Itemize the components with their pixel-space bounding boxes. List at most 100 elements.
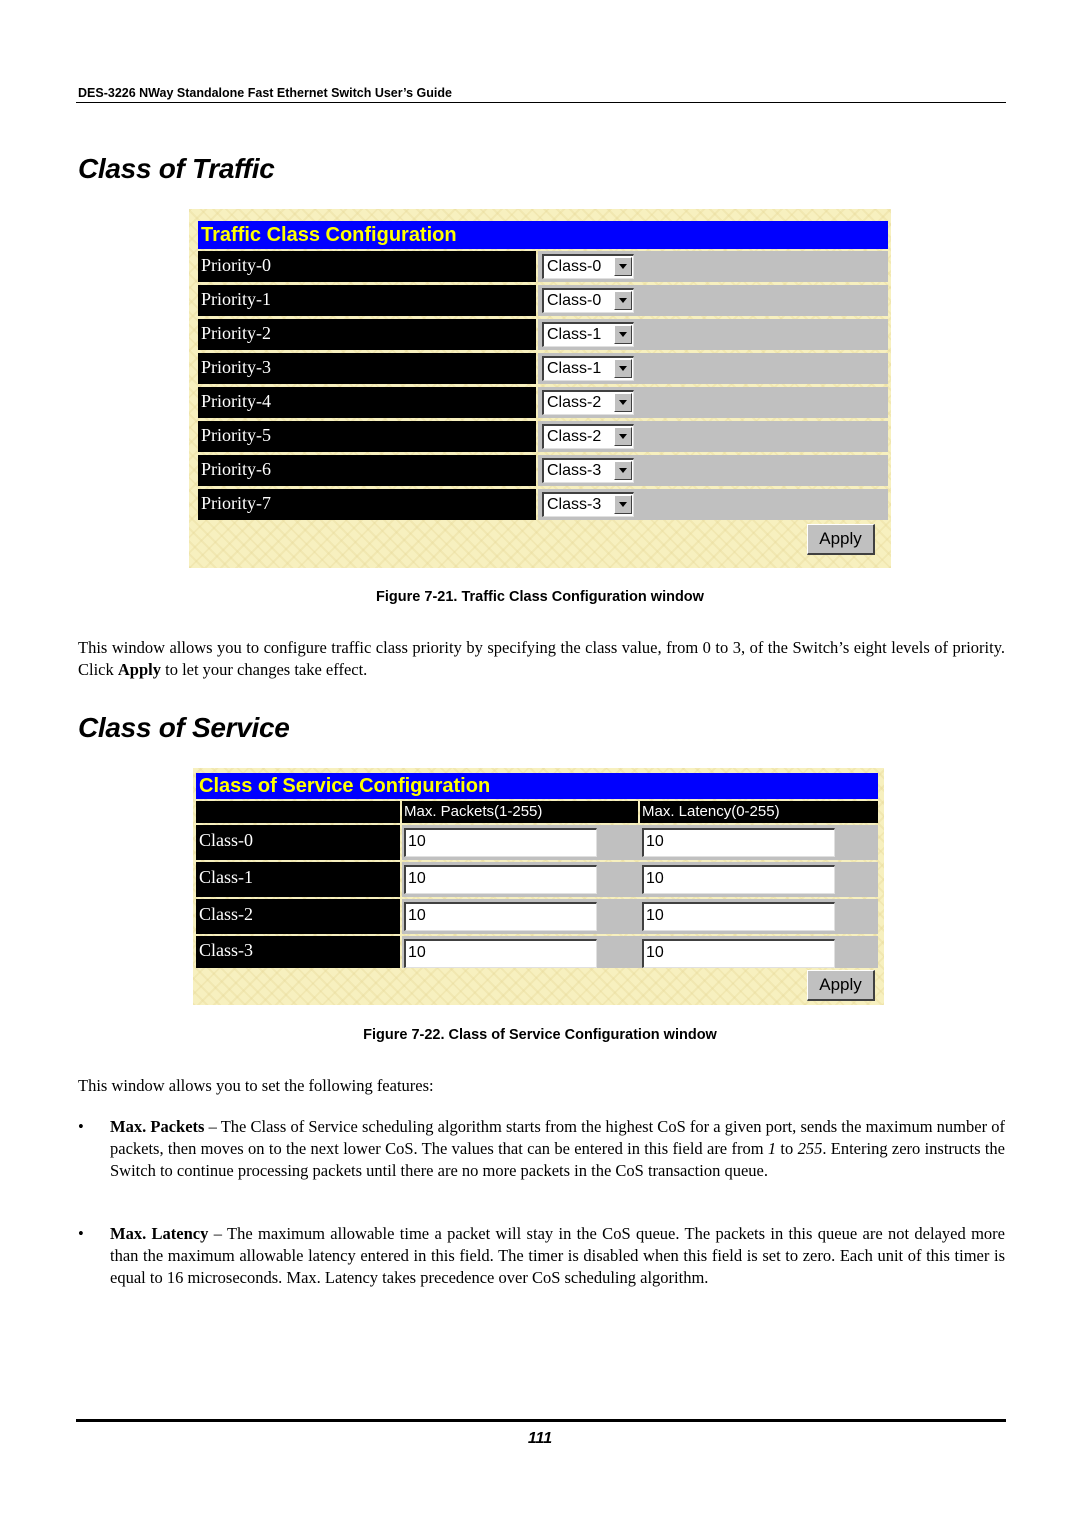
column-header-max-latency: Max. Latency(0-255) bbox=[640, 801, 878, 823]
bullet-icon: • bbox=[78, 1224, 84, 1243]
chevron-down-icon[interactable] bbox=[614, 427, 632, 446]
cos-row: Class-2 10 10 bbox=[196, 899, 878, 934]
max-latency-input[interactable]: 10 bbox=[642, 939, 835, 968]
class-of-service-config-window: Class of Service Configuration Max. Pack… bbox=[193, 768, 884, 1005]
chevron-down-icon[interactable] bbox=[614, 495, 632, 514]
class-select[interactable]: Class-1 bbox=[542, 322, 634, 347]
priority-row: Priority-0 Class-0 bbox=[198, 251, 888, 282]
priority-label: Priority-3 bbox=[198, 353, 536, 384]
max-packets-input[interactable]: 10 bbox=[404, 828, 597, 857]
class-select-value: Class-1 bbox=[547, 326, 602, 343]
class-label: Class-2 bbox=[196, 899, 400, 934]
text-bold: Apply bbox=[117, 660, 161, 679]
class-select-cell: Class-0 bbox=[538, 251, 888, 282]
term: Max. Latency bbox=[110, 1224, 209, 1243]
priority-label: Priority-4 bbox=[198, 387, 536, 418]
class-select[interactable]: Class-2 bbox=[542, 424, 634, 449]
chevron-down-icon[interactable] bbox=[614, 325, 632, 344]
max-latency-input[interactable]: 10 bbox=[642, 902, 835, 931]
chevron-down-icon[interactable] bbox=[614, 257, 632, 276]
priority-row: Priority-5 Class-2 bbox=[198, 421, 888, 452]
service-intro: This window allows you to set the follow… bbox=[78, 1076, 434, 1095]
max-latency-input[interactable]: 10 bbox=[642, 828, 835, 857]
class-select-value: Class-2 bbox=[547, 428, 602, 445]
column-header-max-packets: Max. Packets(1-255) bbox=[402, 801, 638, 823]
max-packets-input[interactable]: 10 bbox=[404, 865, 597, 894]
chevron-down-icon[interactable] bbox=[614, 393, 632, 412]
class-select[interactable]: Class-0 bbox=[542, 254, 634, 279]
section-heading-service: Class of Service bbox=[78, 712, 290, 743]
priority-label: Priority-7 bbox=[198, 489, 536, 520]
class-select-cell: Class-1 bbox=[538, 319, 888, 350]
max-latency-input[interactable]: 10 bbox=[642, 865, 835, 894]
cos-values-cell: 10 10 bbox=[402, 825, 878, 860]
priority-label: Priority-2 bbox=[198, 319, 536, 350]
class-label: Class-3 bbox=[196, 936, 400, 968]
bullet-text: Max. Packets – The Class of Service sche… bbox=[110, 1116, 1005, 1182]
class-select-value: Class-0 bbox=[547, 258, 602, 275]
term: Max. Packets bbox=[110, 1117, 205, 1136]
cos-row: Class-0 10 10 bbox=[196, 825, 878, 860]
text: to let your changes take effect. bbox=[160, 660, 368, 679]
cos-row: Class-3 10 10 bbox=[196, 936, 878, 968]
max-packets-input[interactable]: 10 bbox=[404, 939, 597, 968]
cos-values-cell: 10 10 bbox=[402, 862, 878, 897]
class-label: Class-1 bbox=[196, 862, 400, 897]
chevron-down-icon[interactable] bbox=[614, 291, 632, 310]
class-select-value: Class-2 bbox=[547, 394, 602, 411]
traffic-description: This window allows you to configure traf… bbox=[78, 637, 1005, 681]
priority-label: Priority-5 bbox=[198, 421, 536, 452]
priority-label: Priority-6 bbox=[198, 455, 536, 486]
apply-button[interactable]: Apply bbox=[807, 524, 875, 555]
priority-row: Priority-4 Class-2 bbox=[198, 387, 888, 418]
cos-values-cell: 10 10 bbox=[402, 899, 878, 934]
class-select-cell: Class-0 bbox=[538, 285, 888, 316]
chevron-down-icon[interactable] bbox=[614, 359, 632, 378]
class-select-value: Class-1 bbox=[547, 360, 602, 377]
text-italic: 1 bbox=[767, 1139, 777, 1158]
window-title: Traffic Class Configuration bbox=[198, 221, 888, 249]
class-select-cell: Class-1 bbox=[538, 353, 888, 384]
class-select-cell: Class-2 bbox=[538, 421, 888, 452]
class-select[interactable]: Class-1 bbox=[542, 356, 634, 381]
class-select[interactable]: Class-3 bbox=[542, 458, 634, 483]
header-rule bbox=[76, 102, 1006, 103]
class-select-cell: Class-3 bbox=[538, 455, 888, 486]
running-header: DES-3226 NWay Standalone Fast Ethernet S… bbox=[78, 86, 452, 100]
class-select[interactable]: Class-3 bbox=[542, 492, 634, 517]
priority-row: Priority-6 Class-3 bbox=[198, 455, 888, 486]
bullet-text: Max. Latency – The maximum allowable tim… bbox=[110, 1223, 1005, 1289]
priority-row: Priority-2 Class-1 bbox=[198, 319, 888, 350]
traffic-class-config-window: Traffic Class Configuration Priority-0 C… bbox=[189, 209, 891, 568]
class-select[interactable]: Class-0 bbox=[542, 288, 634, 313]
cos-row: Class-1 10 10 bbox=[196, 862, 878, 897]
column-header-empty bbox=[196, 801, 400, 823]
chevron-down-icon[interactable] bbox=[614, 461, 632, 480]
class-select[interactable]: Class-2 bbox=[542, 390, 634, 415]
bullet-max-packets: • Max. Packets – The Class of Service sc… bbox=[78, 1116, 1005, 1182]
priority-label: Priority-1 bbox=[198, 285, 536, 316]
cos-values-cell: 10 10 bbox=[402, 936, 878, 968]
priority-row: Priority-7 Class-3 bbox=[198, 489, 888, 520]
class-select-value: Class-3 bbox=[547, 496, 602, 513]
priority-row: Priority-1 Class-0 bbox=[198, 285, 888, 316]
page-number: 111 bbox=[527, 1430, 553, 1447]
bullet-icon: • bbox=[78, 1117, 84, 1136]
class-select-cell: Class-2 bbox=[538, 387, 888, 418]
figure-caption: Figure 7-22. Class of Service Configurat… bbox=[363, 1027, 717, 1043]
priority-label: Priority-0 bbox=[198, 251, 536, 282]
priority-row: Priority-3 Class-1 bbox=[198, 353, 888, 384]
class-label: Class-0 bbox=[196, 825, 400, 860]
text: – The maximum allowable time a packet wi… bbox=[110, 1224, 1005, 1287]
bullet-max-latency: • Max. Latency – The maximum allowable t… bbox=[78, 1223, 1005, 1289]
section-heading-traffic: Class of Traffic bbox=[78, 153, 275, 184]
figure-caption: Figure 7-21. Traffic Class Configuration… bbox=[376, 589, 704, 605]
class-select-cell: Class-3 bbox=[538, 489, 888, 520]
text-italic: 255 bbox=[797, 1139, 823, 1158]
column-header-row: Max. Packets(1-255) Max. Latency(0-255) bbox=[196, 801, 878, 823]
class-select-value: Class-3 bbox=[547, 462, 602, 479]
footer-rule bbox=[76, 1419, 1006, 1422]
max-packets-input[interactable]: 10 bbox=[404, 902, 597, 931]
class-select-value: Class-0 bbox=[547, 292, 602, 309]
apply-button[interactable]: Apply bbox=[807, 970, 875, 1001]
